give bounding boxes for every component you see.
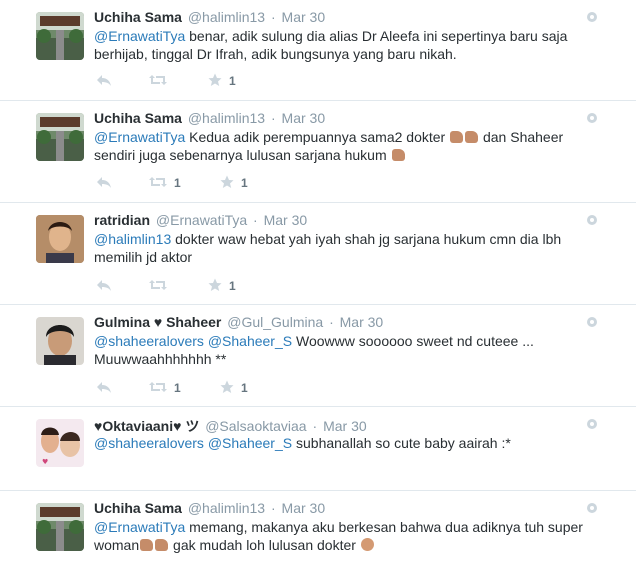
gear-icon[interactable] <box>586 11 598 23</box>
thumbs-up-emoji-icon <box>391 149 405 161</box>
thumbs-up-emoji-icon <box>465 131 479 143</box>
tweet-text: @ErnawatiTya memang, makanya aku berkesa… <box>94 518 594 554</box>
tweet[interactable]: Uchiha Sama @halimlin13 · Mar 30 @Ernawa… <box>0 101 636 203</box>
tweet-body: subhanallah so cute baby aairah :* <box>292 435 511 451</box>
favorite-count: 1 <box>229 74 236 88</box>
gear-icon[interactable] <box>586 316 598 328</box>
fullname[interactable]: ♥Oktaviaani♥ ツ <box>94 418 199 434</box>
mention-link[interactable]: @shaheeralovers <box>94 333 204 349</box>
star-icon <box>220 175 234 188</box>
gear-icon[interactable] <box>586 418 598 430</box>
thumbs-up-emoji-icon <box>450 131 464 143</box>
svg-text:♥: ♥ <box>42 458 48 466</box>
avatar[interactable] <box>36 215 84 263</box>
username[interactable]: @ErnawatiTya <box>156 212 247 228</box>
reply-icon <box>97 382 111 393</box>
tweet-header: Gulmina ♥ Shaheer @Gul_Gulmina · Mar 30 <box>94 314 383 330</box>
thumbs-up-emoji-icon <box>140 539 154 551</box>
retweet-icon <box>149 177 167 187</box>
timestamp[interactable]: Mar 30 <box>282 110 326 126</box>
avatar[interactable] <box>36 503 84 551</box>
star-icon <box>220 380 234 393</box>
mention-link[interactable]: @Shaheer_S <box>208 435 292 451</box>
timestamp[interactable]: Mar 30 <box>282 9 326 25</box>
separator: · <box>329 314 334 330</box>
username[interactable]: @halimlin13 <box>188 9 265 25</box>
retweet-icon <box>149 75 167 85</box>
favorite-count: 1 <box>241 176 248 190</box>
gear-icon[interactable] <box>586 502 598 514</box>
tweet-header: Uchiha Sama @halimlin13 · Mar 30 <box>94 110 325 126</box>
thumbs-up-emoji-icon <box>155 539 169 551</box>
avatar[interactable] <box>36 113 84 161</box>
tweet-text: @halimlin13 dokter waw hebat yah iyah sh… <box>94 230 594 266</box>
timestamp[interactable]: Mar 30 <box>340 314 384 330</box>
tweet-header: ratridian @ErnawatiTya · Mar 30 <box>94 212 307 228</box>
mention-link[interactable]: @ErnawatiTya <box>94 28 185 44</box>
tweet[interactable]: ratridian @ErnawatiTya · Mar 30 @halimli… <box>0 203 636 305</box>
separator: · <box>312 418 318 434</box>
fullname[interactable]: ratridian <box>94 212 150 228</box>
mention-link[interactable]: @shaheeralovers <box>94 435 204 451</box>
reply-icon <box>97 280 111 291</box>
tweet-text: @shaheeralovers @Shaheer_S Woowww sooooo… <box>94 332 594 368</box>
tweet-header: Uchiha Sama @halimlin13 · Mar 30 <box>94 500 325 516</box>
tweet-text: @ErnawatiTya benar, adik sulung dia alia… <box>94 27 594 63</box>
reply-icon <box>97 177 111 188</box>
username[interactable]: @Gul_Gulmina <box>227 314 323 330</box>
fullname[interactable]: Uchiha Sama <box>94 110 182 126</box>
username[interactable]: @halimlin13 <box>188 500 265 516</box>
clapping-hands-emoji-icon <box>360 538 374 551</box>
star-icon <box>208 278 222 291</box>
separator: · <box>270 9 276 25</box>
tweet-text: @ErnawatiTya Kedua adik perempuannya sam… <box>94 128 594 164</box>
tweet[interactable]: Uchiha Sama @halimlin13 · Mar 30 @Ernawa… <box>0 491 636 563</box>
tweet[interactable]: Uchiha Sama @halimlin13 · Mar 30 @Ernawa… <box>0 0 636 101</box>
retweet-count: 1 <box>174 381 181 395</box>
gear-icon[interactable] <box>586 214 598 226</box>
retweet-icon <box>149 280 167 290</box>
timestamp[interactable]: Mar 30 <box>323 418 367 434</box>
tweet-text: @shaheeralovers @Shaheer_S subhanallah s… <box>94 434 594 452</box>
mention-link[interactable]: @Shaheer_S <box>208 333 292 349</box>
tweet-header: Uchiha Sama @halimlin13 · Mar 30 <box>94 9 325 25</box>
tweet-header: ♥Oktaviaani♥ ツ @Salsaoktaviaa · Mar 30 <box>94 416 367 436</box>
star-icon <box>208 73 222 86</box>
avatar[interactable] <box>36 317 84 365</box>
fullname[interactable]: Gulmina ♥ Shaheer <box>94 314 221 330</box>
separator: · <box>253 212 258 228</box>
mention-link[interactable]: @ErnawatiTya <box>94 129 185 145</box>
username[interactable]: @Salsaoktaviaa <box>205 418 306 434</box>
timestamp[interactable]: Mar 30 <box>282 500 326 516</box>
tweet[interactable]: Gulmina ♥ Shaheer @Gul_Gulmina · Mar 30 … <box>0 305 636 407</box>
favorite-count: 1 <box>241 381 248 395</box>
avatar[interactable] <box>36 12 84 60</box>
mention-link[interactable]: @halimlin13 <box>94 231 171 247</box>
retweet-count: 1 <box>174 176 181 190</box>
fullname[interactable]: Uchiha Sama <box>94 9 182 25</box>
gear-icon[interactable] <box>586 112 598 124</box>
tweet[interactable]: ♥ ♥Oktaviaani♥ ツ @Salsaoktaviaa · Mar 30… <box>0 407 636 491</box>
retweet-icon <box>149 382 167 392</box>
username[interactable]: @halimlin13 <box>188 110 265 126</box>
avatar[interactable]: ♥ <box>36 419 84 467</box>
mention-link[interactable]: @ErnawatiTya <box>94 519 185 535</box>
separator: · <box>270 500 276 516</box>
timestamp[interactable]: Mar 30 <box>264 212 308 228</box>
tweet-body-continued: gak mudah loh lulusan dokter <box>169 537 360 553</box>
favorite-count: 1 <box>229 279 236 293</box>
fullname[interactable]: Uchiha Sama <box>94 500 182 516</box>
reply-icon <box>97 75 111 86</box>
separator: · <box>270 110 276 126</box>
tweet-timeline: Uchiha Sama @halimlin13 · Mar 30 @Ernawa… <box>0 0 636 563</box>
tweet-body: Kedua adik perempuannya sama2 dokter <box>185 129 450 145</box>
